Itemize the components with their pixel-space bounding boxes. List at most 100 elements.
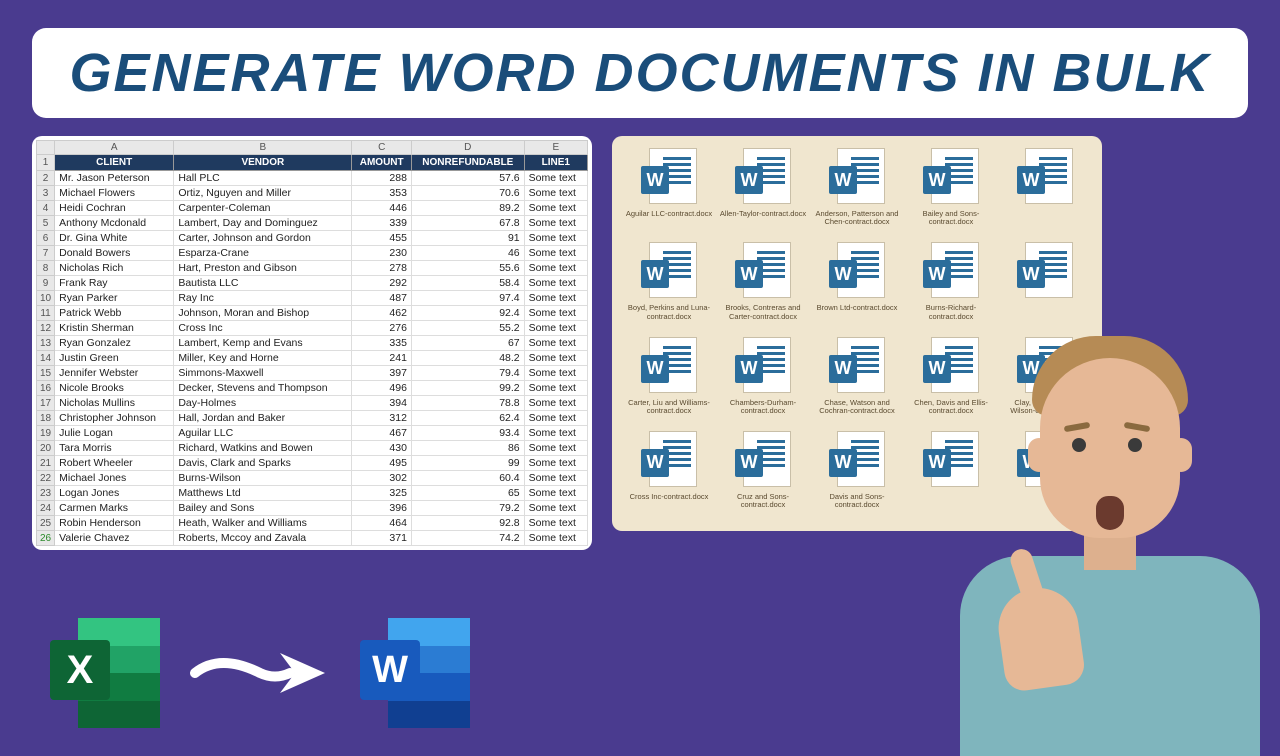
cell-line1: Some text: [524, 486, 587, 501]
cell-vendor: Heath, Walker and Williams: [174, 516, 352, 531]
grid-corner: [37, 141, 55, 155]
cell-vendor: Ray Inc: [174, 291, 352, 306]
cell-line1: Some text: [524, 216, 587, 231]
cell-line1: Some text: [524, 351, 587, 366]
cell-line1: Some text: [524, 321, 587, 336]
word-file-icon: W: [829, 337, 885, 395]
cell-amount: 241: [352, 351, 412, 366]
cell-vendor: Day-Holmes: [174, 396, 352, 411]
cell-amount: 467: [352, 426, 412, 441]
word-file-icon: W: [1017, 242, 1073, 300]
title-banner: GENERATE WORD DOCUMENTS IN BULK: [32, 28, 1248, 118]
cell-amount: 292: [352, 276, 412, 291]
cell-vendor: Roberts, Mccoy and Zavala: [174, 531, 352, 546]
table-row: 17Nicholas MullinsDay-Holmes39478.8Some …: [37, 396, 588, 411]
cell-client: Kristin Sherman: [55, 321, 174, 336]
cell-nonrefundable: 99.2: [411, 381, 524, 396]
table-row: 6Dr. Gina WhiteCarter, Johnson and Gordo…: [37, 231, 588, 246]
cell-vendor: Richard, Watkins and Bowen: [174, 441, 352, 456]
cell-vendor: Esparza-Crane: [174, 246, 352, 261]
cell-line1: Some text: [524, 441, 587, 456]
word-file-icon: W: [641, 148, 697, 206]
cell-client: Logan Jones: [55, 486, 174, 501]
file-name: Chase, Watson and Cochran-contract.docx: [813, 399, 901, 416]
cell-client: Frank Ray: [55, 276, 174, 291]
column-header: VENDOR: [174, 155, 352, 171]
row-number: 9: [37, 276, 55, 291]
cell-nonrefundable: 46: [411, 246, 524, 261]
cell-line1: Some text: [524, 306, 587, 321]
cell-client: Nicholas Mullins: [55, 396, 174, 411]
column-header: CLIENT: [55, 155, 174, 171]
file-item: WAguilar LLC-contract.docx: [624, 148, 714, 236]
cell-line1: Some text: [524, 276, 587, 291]
cell-nonrefundable: 91: [411, 231, 524, 246]
cell-client: Tara Morris: [55, 441, 174, 456]
cell-line1: Some text: [524, 201, 587, 216]
row-number: 2: [37, 171, 55, 186]
cell-nonrefundable: 70.6: [411, 186, 524, 201]
cell-amount: 288: [352, 171, 412, 186]
cell-line1: Some text: [524, 516, 587, 531]
cell-client: Carmen Marks: [55, 501, 174, 516]
column-header: AMOUNT: [352, 155, 412, 171]
column-header: NONREFUNDABLE: [411, 155, 524, 171]
cell-client: Michael Jones: [55, 471, 174, 486]
file-item: WAnderson, Patterson and Chen-contract.d…: [812, 148, 902, 236]
row-number: 25: [37, 516, 55, 531]
table-row: 15Jennifer WebsterSimmons-Maxwell39779.4…: [37, 366, 588, 381]
cell-vendor: Simmons-Maxwell: [174, 366, 352, 381]
cell-client: Christopher Johnson: [55, 411, 174, 426]
cell-line1: Some text: [524, 456, 587, 471]
row-number: 26: [37, 531, 55, 546]
row-number: 1: [37, 155, 55, 171]
cell-vendor: Lambert, Day and Dominguez: [174, 216, 352, 231]
table-row: 8Nicholas RichHart, Preston and Gibson27…: [37, 261, 588, 276]
table-row: 3Michael FlowersOrtiz, Nguyen and Miller…: [37, 186, 588, 201]
cell-client: Justin Green: [55, 351, 174, 366]
cell-vendor: Hall, Jordan and Baker: [174, 411, 352, 426]
row-number: 3: [37, 186, 55, 201]
table-row: 13Ryan GonzalezLambert, Kemp and Evans33…: [37, 336, 588, 351]
cell-nonrefundable: 60.4: [411, 471, 524, 486]
word-file-icon: W: [829, 431, 885, 489]
file-item: WChambers-Durham-contract.docx: [718, 337, 808, 425]
table-row: 16Nicole BrooksDecker, Stevens and Thomp…: [37, 381, 588, 396]
table-row: 26Valerie ChavezRoberts, Mccoy and Zaval…: [37, 531, 588, 546]
cell-amount: 464: [352, 516, 412, 531]
cell-amount: 455: [352, 231, 412, 246]
cell-nonrefundable: 79.2: [411, 501, 524, 516]
table-row: 9Frank RayBautista LLC29258.4Some text: [37, 276, 588, 291]
cell-amount: 230: [352, 246, 412, 261]
cell-line1: Some text: [524, 291, 587, 306]
word-file-icon: W: [641, 431, 697, 489]
table-row: 23Logan JonesMatthews Ltd32565Some text: [37, 486, 588, 501]
word-icon: W: [360, 618, 470, 728]
cell-nonrefundable: 92.4: [411, 306, 524, 321]
column-header: LINE1: [524, 155, 587, 171]
cell-vendor: Hart, Preston and Gibson: [174, 261, 352, 276]
cell-line1: Some text: [524, 396, 587, 411]
file-name: Chambers-Durham-contract.docx: [719, 399, 807, 416]
row-number: 18: [37, 411, 55, 426]
presenter-image: [950, 328, 1270, 748]
cell-nonrefundable: 93.4: [411, 426, 524, 441]
table-body: 2Mr. Jason PetersonHall PLC28857.6Some t…: [37, 171, 588, 546]
cell-amount: 495: [352, 456, 412, 471]
cell-amount: 335: [352, 336, 412, 351]
file-item: WAllen-Taylor-contract.docx: [718, 148, 808, 236]
table-row: 7Donald BowersEsparza-Crane23046Some tex…: [37, 246, 588, 261]
word-file-icon: W: [641, 242, 697, 300]
cell-vendor: Carpenter-Coleman: [174, 201, 352, 216]
file-item: W: [1000, 148, 1090, 236]
row-number: 7: [37, 246, 55, 261]
word-file-icon: W: [735, 431, 791, 489]
file-item: WCarter, Liu and Williams-contract.docx: [624, 337, 714, 425]
file-item: W Chase, Watson and Cochran-contract.docx: [812, 337, 902, 425]
row-number: 4: [37, 201, 55, 216]
cell-client: Ryan Gonzalez: [55, 336, 174, 351]
cell-amount: 325: [352, 486, 412, 501]
cell-nonrefundable: 89.2: [411, 201, 524, 216]
cell-nonrefundable: 67.8: [411, 216, 524, 231]
cell-line1: Some text: [524, 336, 587, 351]
